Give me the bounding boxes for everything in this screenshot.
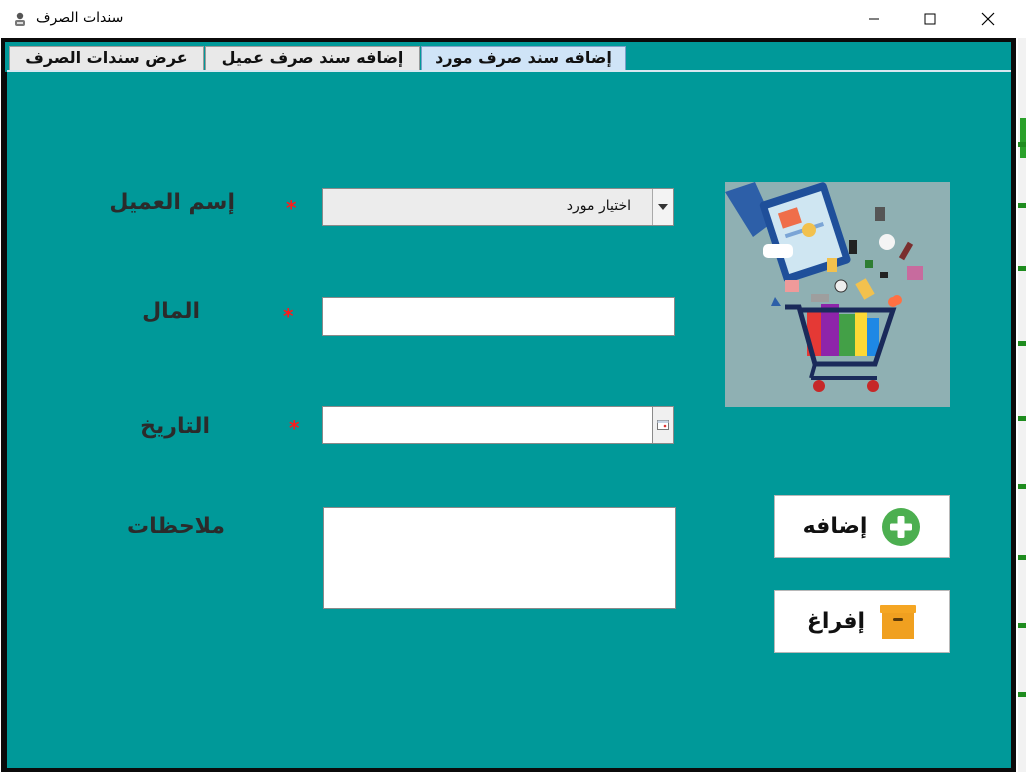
tab-strip: عرض سندات الصرف إضافه سند صرف عميل إضافه… — [5, 42, 1011, 72]
clear-button-label: إفراغ — [806, 609, 866, 634]
notes-label: ملاحظات — [127, 514, 225, 539]
chevron-down-icon[interactable] — [652, 189, 673, 225]
add-button-label: إضافه — [802, 514, 868, 539]
notes-field[interactable] — [323, 507, 676, 609]
date-label: التاريخ — [140, 414, 210, 439]
required-marker: * — [286, 196, 297, 220]
box-icon — [880, 604, 917, 639]
supplier-select-value: اختيار مورد — [566, 198, 631, 214]
tab-add-supplier-voucher[interactable]: إضافه سند صرف مورد — [421, 46, 626, 72]
tab-add-customer-voucher[interactable]: إضافه سند صرف عميل — [205, 46, 420, 70]
maximize-icon — [924, 13, 936, 25]
background-window-edge — [1018, 38, 1026, 772]
close-icon — [981, 12, 995, 26]
date-field[interactable] — [322, 406, 653, 444]
maximize-button[interactable] — [906, 0, 954, 38]
amount-label: المال — [142, 299, 200, 324]
customer-label: إسم العميل — [109, 190, 235, 215]
minimize-button[interactable] — [850, 0, 898, 38]
amount-field[interactable] — [322, 297, 675, 336]
title-bar: سندات الصرف — [0, 0, 1018, 38]
required-marker: * — [283, 304, 294, 328]
add-circle-icon — [882, 507, 921, 546]
minimize-icon — [869, 18, 879, 20]
supplier-select[interactable]: اختيار مورد — [322, 188, 674, 226]
clear-button[interactable]: إفراغ — [774, 590, 950, 653]
calendar-icon — [657, 420, 669, 430]
app-icon — [12, 11, 28, 27]
close-button[interactable] — [964, 0, 1012, 38]
add-button[interactable]: إضافه — [774, 495, 950, 558]
required-marker: * — [289, 416, 300, 440]
window-title: سندات الصرف — [36, 10, 124, 26]
tab-view-vouchers[interactable]: عرض سندات الصرف — [9, 46, 204, 70]
shopping-cart-illustration — [725, 182, 950, 407]
date-picker-button[interactable] — [652, 406, 674, 444]
app-window: سندات الصرف عرض سندات الصرف إضافه سند صر… — [0, 0, 1018, 772]
